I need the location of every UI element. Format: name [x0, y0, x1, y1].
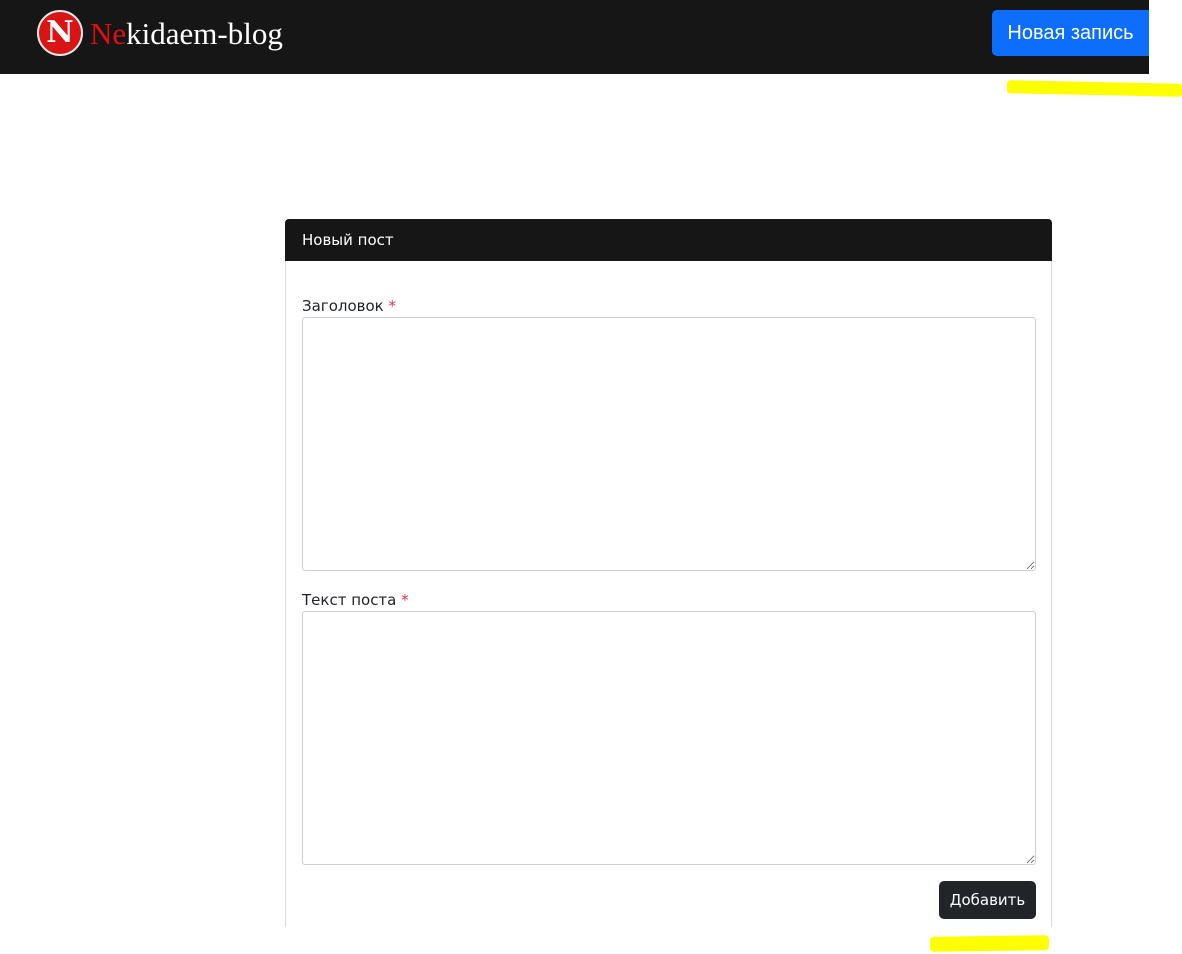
new-post-button[interactable]: Новая запись [992, 10, 1149, 56]
required-marker: * [388, 297, 397, 315]
new-post-card: Новый пост Заголовок * Текст поста * Доб… [285, 219, 1052, 927]
highlight-marker-bottom [929, 935, 1050, 952]
highlight-marker-top [1006, 80, 1182, 97]
brand-name: Nekidaem-blog [90, 18, 283, 49]
brand-name-rest: kidaem-blog [126, 15, 283, 51]
body-label-text: Текст поста [302, 591, 397, 609]
navbar: N Nekidaem-blog Новая запись [0, 0, 1149, 74]
add-button[interactable]: Добавить [939, 881, 1036, 919]
card-title: Новый пост [285, 219, 1052, 261]
body-label: Текст поста * [302, 591, 409, 609]
required-marker: * [401, 591, 409, 609]
title-textarea[interactable] [302, 317, 1036, 571]
body-textarea[interactable] [302, 611, 1036, 865]
brand-link[interactable]: N Nekidaem-blog [37, 8, 283, 58]
title-label: Заголовок * [302, 297, 396, 315]
logo-icon: N [37, 10, 83, 56]
brand-name-accent: Ne [90, 15, 127, 51]
title-label-text: Заголовок [302, 297, 384, 315]
